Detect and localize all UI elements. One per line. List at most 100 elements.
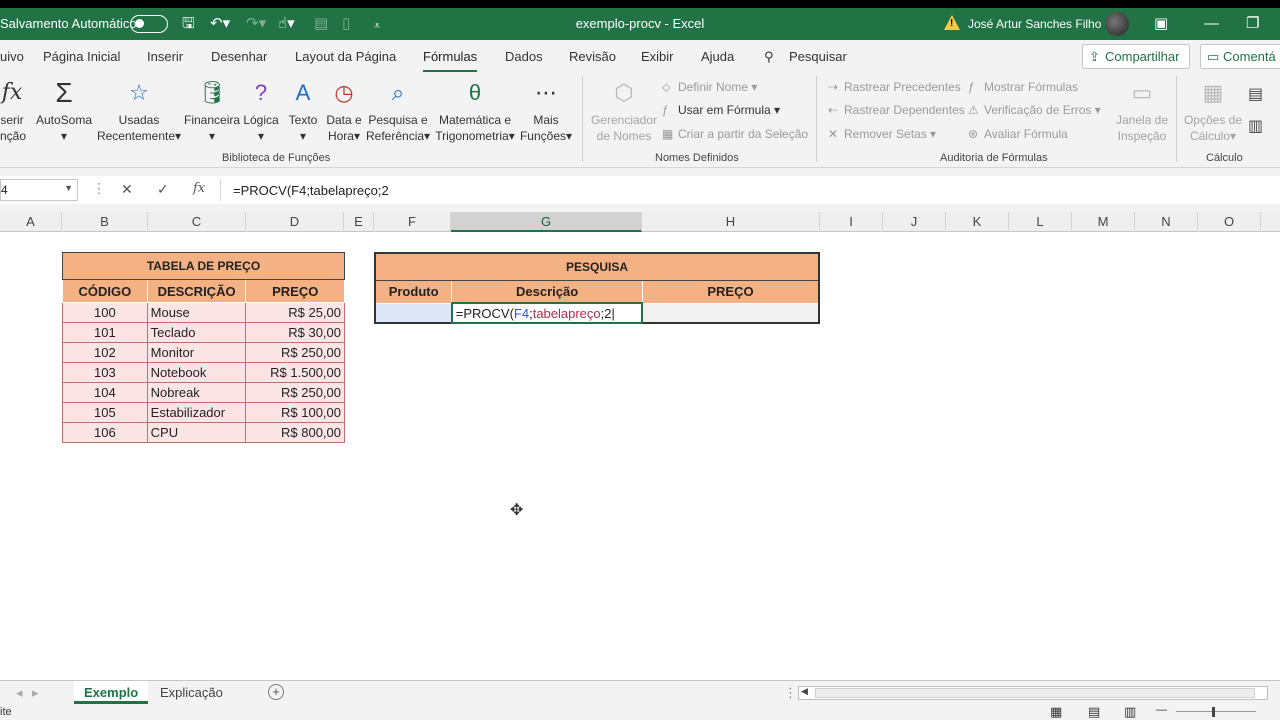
table-cell[interactable]: 100 <box>62 302 148 323</box>
table-cell[interactable]: 103 <box>62 362 148 383</box>
avatar[interactable] <box>1105 12 1129 36</box>
zoom-slider[interactable] <box>1176 711 1256 712</box>
warning-icon[interactable] <box>944 15 960 30</box>
table-cell[interactable]: CPU <box>146 422 247 443</box>
table-cell[interactable]: 106 <box>62 422 148 443</box>
tab-help[interactable]: Ajuda <box>701 49 734 64</box>
product-input-cell[interactable] <box>374 302 453 324</box>
column-header-selected[interactable]: G <box>451 212 642 232</box>
tab-formulas[interactable]: Fórmulas <box>423 49 478 73</box>
table-cell[interactable]: Estabilizador <box>146 402 247 423</box>
column-header[interactable]: H <box>642 212 820 232</box>
search-table-title[interactable]: PESQUISA <box>374 252 820 281</box>
tab-search[interactable]: Pesquisar <box>789 49 847 64</box>
table-cell[interactable]: R$ 800,00 <box>245 422 345 443</box>
tab-view[interactable]: Exibir <box>641 49 674 64</box>
tab-file[interactable]: uivo <box>0 49 24 64</box>
formula-input[interactable]: =PROCV(F4;tabelapreço;2 <box>220 179 1280 201</box>
column-header[interactable]: A <box>0 212 62 232</box>
user-name[interactable]: José Artur Sanches Filho <box>968 17 1101 31</box>
table-cell[interactable]: 102 <box>62 342 148 363</box>
financial-button[interactable]: 🛢 Financeira ▾ <box>184 78 240 144</box>
trace-dependents-button[interactable]: ⇠ Rastrear Dependentes <box>828 103 965 117</box>
search-header-product[interactable]: Produto <box>374 279 453 304</box>
search-header-price[interactable]: PREÇO <box>641 279 820 304</box>
name-manager-button[interactable]: ⬡ Gerenciador de Nomes <box>590 78 658 144</box>
table-cell[interactable]: R$ 1.500,00 <box>245 362 345 383</box>
tab-draw[interactable]: Desenhar <box>211 49 267 64</box>
remove-arrows-button[interactable]: ✕ Remover Setas ▾ <box>828 127 936 141</box>
add-sheet-icon[interactable]: + <box>268 684 284 700</box>
column-header[interactable]: E <box>344 212 374 232</box>
autosum-button[interactable]: Σ AutoSoma ▾ <box>34 78 94 144</box>
zoom-out-icon[interactable]: — <box>1156 704 1167 716</box>
calculate-sheet-icon[interactable]: ▥ <box>1248 116 1263 136</box>
ribbon-display-icon[interactable]: ▣ <box>1154 14 1168 34</box>
create-from-selection-button[interactable]: ▦ Criar a partir da Seleção <box>662 127 808 141</box>
price-table-title[interactable]: TABELA DE PREÇO <box>62 252 345 280</box>
table-cell[interactable]: 105 <box>62 402 148 423</box>
evaluate-formula-button[interactable]: ⊛ Avaliar Fórmula <box>968 127 1068 141</box>
watch-window-button[interactable]: ▭ Janela de Inspeção <box>1112 78 1172 144</box>
column-header[interactable]: B <box>62 212 148 232</box>
use-in-formula-button[interactable]: ƒ Usar em Fórmula ▾ <box>662 103 780 117</box>
column-header[interactable]: O <box>1198 212 1261 232</box>
horizontal-scrollbar[interactable]: ◀ <box>798 686 1268 700</box>
define-name-button[interactable]: ⬦ Definir Nome ▾ <box>662 80 757 95</box>
column-header[interactable]: F <box>374 212 451 232</box>
column-header[interactable]: D <box>246 212 344 232</box>
column-header[interactable]: C <box>148 212 246 232</box>
price-header-price[interactable]: PREÇO <box>245 279 345 303</box>
page-layout-view-icon[interactable]: ▤ <box>1088 704 1100 720</box>
scroll-thumb[interactable] <box>815 688 1255 698</box>
table-cell[interactable]: 104 <box>62 382 148 403</box>
logical-button[interactable]: ? Lógica ▾ <box>242 78 280 144</box>
chevron-down-icon[interactable]: ▼ <box>64 183 73 193</box>
insert-function-icon[interactable]: fx <box>193 181 205 196</box>
scroll-left-icon[interactable]: ◀ <box>801 686 808 697</box>
minimize-icon[interactable]: — <box>1204 14 1219 34</box>
comments-button[interactable]: ▭ Comentá <box>1200 44 1280 69</box>
error-checking-button[interactable]: ⚠ Verificação de Erros ▾ <box>968 103 1101 117</box>
column-header[interactable]: K <box>946 212 1009 232</box>
column-header[interactable]: M <box>1072 212 1135 232</box>
tab-review[interactable]: Revisão <box>569 49 616 64</box>
column-header[interactable]: I <box>820 212 883 232</box>
calculate-now-icon[interactable]: ▤ <box>1248 84 1263 104</box>
date-time-button[interactable]: ◷ Data e Hora▾ <box>326 78 362 144</box>
table-cell[interactable]: Monitor <box>146 342 247 363</box>
sheet-tab-explicacao[interactable]: Explicação <box>150 681 233 704</box>
table-cell[interactable]: R$ 250,00 <box>245 342 345 363</box>
more-functions-button[interactable]: ⋯ Mais Funções▾ <box>518 78 574 144</box>
table-cell[interactable]: Nobreak <box>146 382 247 403</box>
search-header-description[interactable]: Descrição <box>451 279 643 304</box>
recently-used-button[interactable]: ☆ Usadas Recentemente▾ <box>96 78 182 144</box>
share-button[interactable]: ⇪ Compartilhar <box>1082 44 1190 69</box>
enter-icon[interactable]: ✓ <box>157 181 169 198</box>
column-header[interactable]: J <box>883 212 946 232</box>
tab-insert[interactable]: Inserir <box>147 49 183 64</box>
table-cell[interactable]: R$ 250,00 <box>245 382 345 403</box>
tab-home[interactable]: Página Inicial <box>43 49 120 64</box>
next-sheet-icon[interactable]: ▸ <box>22 681 49 704</box>
cancel-icon[interactable]: ✕ <box>121 181 133 198</box>
normal-view-icon[interactable]: ▦ <box>1050 704 1062 720</box>
trace-precedents-button[interactable]: ⇢ Rastrear Precedentes <box>828 80 961 94</box>
sheet-tab-exemplo[interactable]: Exemplo <box>74 681 149 704</box>
table-cell[interactable]: R$ 30,00 <box>245 322 345 343</box>
show-formulas-button[interactable]: ƒ Mostrar Fórmulas <box>968 80 1078 94</box>
tab-page-layout[interactable]: Layout da Página <box>295 49 396 64</box>
active-formula-cell[interactable]: =PROCV(F4;tabelapreço;2| <box>450 302 644 324</box>
table-cell[interactable]: Mouse <box>146 302 247 323</box>
worksheet-grid[interactable]: TABELA DE PREÇO CÓDIGO DESCRIÇÃO PREÇO 1… <box>0 232 1280 680</box>
text-button[interactable]: A Texto ▾ <box>286 78 320 144</box>
price-header-description[interactable]: DESCRIÇÃO <box>146 279 247 303</box>
lookup-reference-button[interactable]: ⌕ Pesquisa e Referência▾ <box>366 78 430 144</box>
math-trig-button[interactable]: θ Matemática e Trigonometria▾ <box>432 78 518 144</box>
table-cell[interactable]: 101 <box>62 322 148 343</box>
calculation-options-button[interactable]: ▦ Opções de Cálculo▾ <box>1182 78 1244 144</box>
table-cell[interactable]: R$ 25,00 <box>245 302 345 323</box>
price-header-code[interactable]: CÓDIGO <box>62 279 148 303</box>
zoom-slider-thumb[interactable] <box>1212 707 1215 717</box>
restore-icon[interactable]: ❐ <box>1246 14 1259 34</box>
